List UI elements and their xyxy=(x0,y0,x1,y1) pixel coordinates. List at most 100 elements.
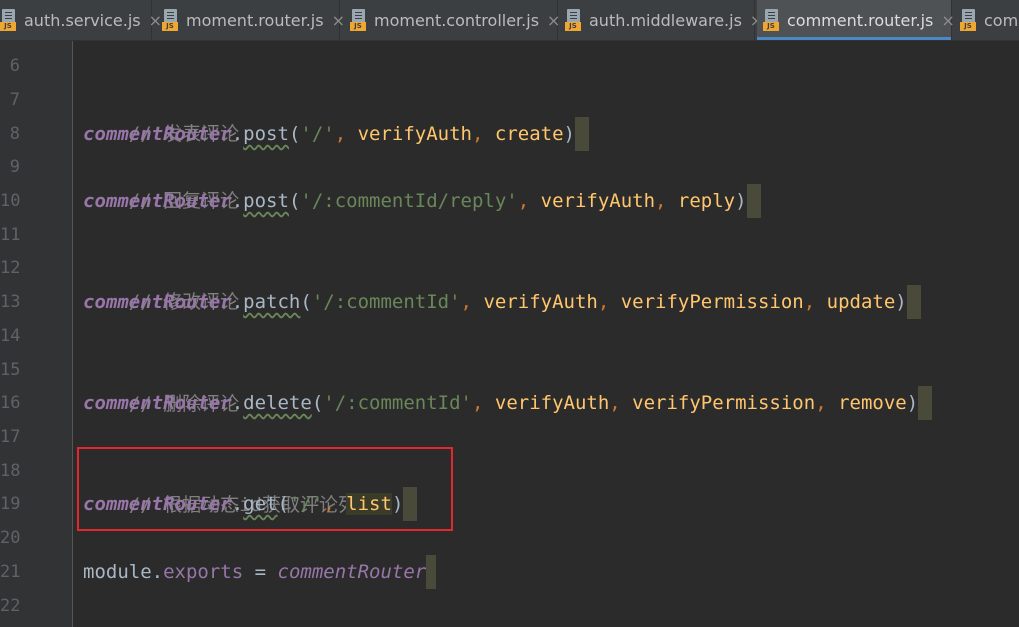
dot-operator: . xyxy=(231,392,244,414)
tab-label: auth.service.js xyxy=(24,10,141,30)
middleware-identifier: verifyAuth xyxy=(494,392,610,414)
tab-auth-middleware[interactable]: JS auth.middleware.js × xyxy=(565,0,763,40)
comma: , xyxy=(803,291,827,313)
line-number: 13 xyxy=(0,292,21,312)
dot-operator: . xyxy=(151,561,164,583)
code-line-9[interactable]: // 回复评论 xyxy=(83,150,239,212)
code-line-10[interactable]: commentRouter.post('/:commentId/reply', … xyxy=(83,184,761,218)
line-number: 14 xyxy=(0,326,21,346)
line-number: 8 xyxy=(9,124,20,144)
handler-identifier: create xyxy=(494,123,564,145)
router-identifier: commentRouter xyxy=(83,190,232,212)
tab-label: comment.router.js xyxy=(787,10,934,30)
line-number: 15 xyxy=(0,360,21,380)
line-number: 6 xyxy=(9,56,20,76)
route-path-string: '/' xyxy=(300,123,335,145)
comma: , xyxy=(609,392,633,414)
dot-operator: . xyxy=(231,123,244,145)
code-line-15[interactable]: // 删除评论 xyxy=(83,353,239,415)
js-file-icon: JS xyxy=(565,9,583,31)
line-number: 17 xyxy=(0,427,21,447)
method-name: patch xyxy=(243,291,301,313)
js-file-icon: JS xyxy=(960,9,978,31)
paren: ) xyxy=(906,392,919,414)
js-file-icon: JS xyxy=(162,9,180,31)
tab-label: com xyxy=(984,10,1019,30)
middleware-identifier: verifyPermission xyxy=(632,392,816,414)
router-identifier: commentRouter xyxy=(277,561,427,583)
line-number: 9 xyxy=(9,157,20,177)
tab-moment-router[interactable]: JS moment.router.js × xyxy=(162,0,345,40)
dot-operator: . xyxy=(231,291,244,313)
router-identifier: commentRouter xyxy=(83,291,232,313)
line-number-gutter: 6 7 8 9 10 11 12 13 14 15 16 17 18 19 20… xyxy=(0,41,73,627)
close-icon[interactable]: × xyxy=(149,11,162,30)
line-number: 18 xyxy=(0,461,21,481)
module-identifier: module xyxy=(83,561,152,583)
code-line-7[interactable]: // 发表评论 xyxy=(83,83,239,145)
code-line-21[interactable]: module.exports = commentRouter xyxy=(83,555,437,589)
router-identifier: commentRouter xyxy=(83,123,232,145)
method-name: delete xyxy=(243,392,312,414)
paren: ( xyxy=(288,123,301,145)
line-end-marker xyxy=(906,285,921,319)
tab-label: moment.router.js xyxy=(186,10,324,30)
handler-identifier: update xyxy=(826,291,896,313)
line-number: 22 xyxy=(0,596,21,616)
tab-moment-controller[interactable]: JS moment.controller.js × xyxy=(350,0,560,40)
router-identifier: commentRouter xyxy=(83,392,232,414)
code-line-13[interactable]: commentRouter.patch('/:commentId', verif… xyxy=(83,285,921,319)
route-path-string: '/:commentId/reply' xyxy=(300,190,518,212)
middleware-identifier: verifyAuth xyxy=(540,190,656,212)
js-file-icon: JS xyxy=(0,9,18,31)
tab-comment-router[interactable]: JS comment.router.js × xyxy=(757,0,955,40)
comma: , xyxy=(815,392,839,414)
comma: , xyxy=(460,291,484,313)
dot-operator: . xyxy=(231,190,244,212)
comma: , xyxy=(655,190,678,212)
comma: , xyxy=(471,392,495,414)
tab-label: auth.middleware.js xyxy=(589,10,742,30)
paren: ) xyxy=(563,123,575,145)
line-number: 21 xyxy=(0,562,21,582)
handler-identifier: reply xyxy=(677,190,736,212)
paren: ( xyxy=(311,392,324,414)
paren: ( xyxy=(300,291,312,313)
line-number: 12 xyxy=(0,258,21,278)
js-file-icon: JS xyxy=(350,9,368,31)
comma: , xyxy=(472,123,495,145)
editor-tab-bar: JS auth.service.js × JS moment.router.js… xyxy=(0,0,1019,41)
code-line-8[interactable]: commentRouter.post('/', verifyAuth, crea… xyxy=(83,117,589,151)
js-file-icon: JS xyxy=(763,9,781,31)
highlight-annotation-box xyxy=(77,447,453,531)
route-path-string: '/:commentId' xyxy=(311,291,461,313)
tab-label: moment.controller.js xyxy=(374,10,540,30)
line-number: 11 xyxy=(0,225,21,245)
line-number: 10 xyxy=(0,191,21,211)
line-end-marker xyxy=(746,184,761,218)
method-name: post xyxy=(243,190,289,212)
close-icon[interactable]: × xyxy=(332,11,345,30)
line-number: 19 xyxy=(0,494,21,514)
text-caret xyxy=(426,555,437,589)
close-icon[interactable]: × xyxy=(547,11,560,30)
handler-identifier: remove xyxy=(838,392,907,414)
code-line-16[interactable]: commentRouter.delete('/:commentId', veri… xyxy=(83,386,933,420)
code-line-12[interactable]: // 修改评论 xyxy=(83,251,239,313)
tab-auth-service[interactable]: JS auth.service.js × xyxy=(0,0,162,40)
line-number: 16 xyxy=(0,393,21,413)
method-name: post xyxy=(243,123,289,145)
middleware-identifier: verifyAuth xyxy=(357,123,472,145)
code-editor[interactable]: // 发表评论 commentRouter.post('/', verifyAu… xyxy=(73,41,1019,627)
tab-comment-overflow[interactable]: JS com xyxy=(960,0,1019,40)
comma: , xyxy=(597,291,621,313)
paren: ( xyxy=(288,190,301,212)
close-icon[interactable]: × xyxy=(941,11,954,30)
line-number: 7 xyxy=(9,90,20,110)
paren: ) xyxy=(895,291,907,313)
middleware-identifier: verifyPermission xyxy=(620,291,804,313)
middleware-identifier: verifyAuth xyxy=(483,291,598,313)
assign-operator: = xyxy=(243,561,278,583)
comma: , xyxy=(334,123,358,145)
paren: ) xyxy=(735,190,747,212)
